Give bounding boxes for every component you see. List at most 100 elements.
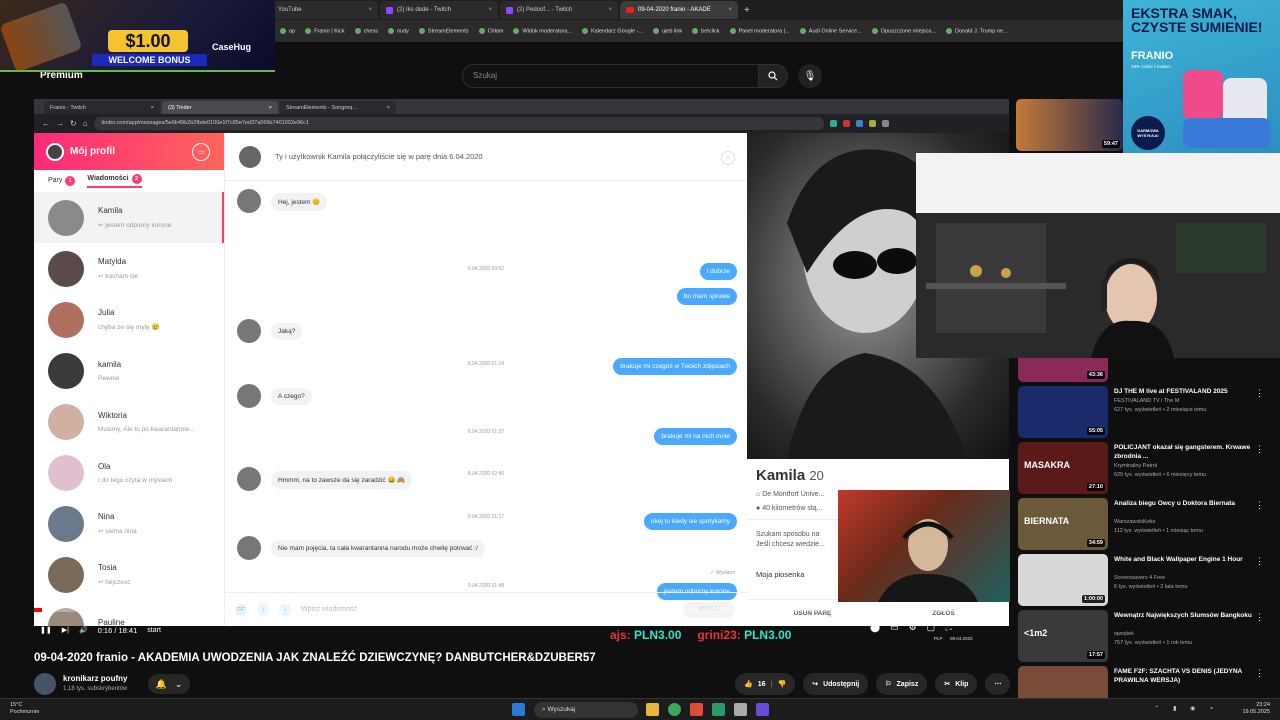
extension-icon[interactable]	[842, 120, 850, 127]
video-title[interactable]: White and Black Wallpaper Engine 1 Hour	[1114, 555, 1256, 564]
file-explorer-icon[interactable]	[646, 703, 659, 716]
more-icon[interactable]: ⋮	[1255, 388, 1264, 399]
video-thumbnail[interactable]: BIERNATA 34:59	[1018, 498, 1108, 550]
inner-browser-tab[interactable]: (3) Tinder ×	[162, 101, 278, 114]
chapter-label[interactable]: start	[147, 627, 161, 634]
conversation-item[interactable]: kamila Pewnie	[34, 345, 224, 396]
extension-icon[interactable]	[881, 120, 889, 127]
more-icon[interactable]: ⋮	[1255, 668, 1264, 679]
video-channel[interactable]: Screensavers 4 Free	[1114, 575, 1256, 581]
casehug-ad-overlay[interactable]: $1.00 WELCOME BONUS CaseHug	[0, 0, 275, 72]
app-icon[interactable]	[734, 703, 747, 716]
app-icon[interactable]	[690, 703, 703, 716]
video-channel[interactable]: ojwojtek	[1114, 631, 1256, 637]
recommendation-item[interactable]: BIERNATA 34:59 Analiza biegu Owcy u Doktor…	[1016, 498, 1280, 550]
windows-start-icon[interactable]	[512, 703, 525, 716]
close-icon[interactable]: ×	[387, 105, 390, 111]
share-button[interactable]: ↪ Udostępnij	[803, 673, 869, 695]
video-thumbnail[interactable]: 1:00:00	[1018, 554, 1108, 606]
home-icon[interactable]: ⌂	[83, 119, 88, 128]
taskbar-search[interactable]: ⌕ Wyszukaj	[534, 702, 638, 718]
recommendation-thumbnail[interactable]: 59:47	[1016, 99, 1123, 151]
taskbar-clock[interactable]: 23:24 19.05.2025	[1242, 702, 1270, 716]
settings-icon[interactable]: ⚙	[909, 622, 917, 633]
autoplay-toggle[interactable]: ⬤	[870, 622, 880, 633]
bookmark-item[interactable]: Widok moderatora...	[513, 27, 572, 34]
bookmark-item[interactable]: Audi Online Service...	[799, 27, 862, 34]
inner-browser-tab[interactable]: StreamElements - Songreq... ×	[280, 101, 396, 114]
channel-avatar[interactable]	[34, 673, 56, 695]
more-icon[interactable]: ⋮	[1255, 500, 1264, 511]
video-channel[interactable]: Kryminalny Patrol	[1114, 463, 1256, 469]
conversation-item[interactable]: Ola I do tego czyta w myslach	[34, 447, 224, 498]
video-title[interactable]: Analiza biegu Owcy u Doktora Biernata	[1114, 499, 1256, 508]
discord-icon[interactable]	[756, 703, 769, 716]
bookmark-item[interactable]: betclick	[692, 27, 720, 34]
conversation-item[interactable]: Kamila ↩ jestem odporny korone	[34, 192, 224, 243]
thumbs-down-icon[interactable]: 👎	[777, 680, 786, 688]
recommendation-item[interactable]: FAME F2F: SZACHTA VS DENIS (JEDYNA PRAWI…	[1016, 666, 1280, 698]
close-icon[interactable]: ×	[488, 7, 492, 13]
system-tray[interactable]: ⌃ ▮ ◉ ⚬	[1154, 705, 1220, 712]
extension-icon[interactable]	[855, 120, 863, 127]
franio-ad-overlay[interactable]: EKSTRA SMAK, CZYSTE SUMIENIE! FRANIO 10%…	[1123, 0, 1280, 156]
more-icon[interactable]: ⋮	[1255, 612, 1264, 623]
close-icon[interactable]: ×	[728, 7, 732, 13]
weather-widget[interactable]: 15°C Pochmurnie	[10, 702, 39, 716]
video-progress-bar[interactable]	[34, 608, 1009, 612]
new-tab-icon[interactable]: +	[744, 5, 750, 16]
bookmark-item[interactable]: Opuszczone miejsca...	[871, 27, 936, 34]
browser-tab[interactable]: 09-04-2020 franio - AKADE ×	[620, 1, 738, 19]
more-icon[interactable]: ⋮	[1255, 444, 1264, 455]
extension-icon[interactable]	[829, 120, 837, 127]
save-button[interactable]: ⚐ Zapisz	[876, 673, 928, 695]
video-thumbnail[interactable]: 55:05	[1018, 386, 1108, 438]
video-thumbnail[interactable]: MASAKRA 27:10	[1018, 442, 1108, 494]
subtitles-icon[interactable]: ▭	[890, 622, 899, 633]
tab-matches[interactable]: Pary 1	[48, 176, 76, 186]
bookmark-item[interactable]: op	[280, 27, 295, 34]
back-icon[interactable]: ←	[42, 119, 50, 128]
video-title[interactable]: FAME F2F: SZACHTA VS DENIS (JEDYNA PRAWI…	[1114, 667, 1256, 685]
video-thumbnail[interactable]	[1018, 666, 1108, 698]
browser-tab[interactable]: YouTube ×	[260, 1, 378, 19]
briefcase-icon[interactable]: ▭	[192, 142, 210, 161]
app-icon[interactable]	[712, 703, 725, 716]
volume-icon[interactable]: 🔊	[79, 626, 88, 634]
bookmark-item[interactable]: Kalendarz Google -...	[582, 27, 643, 34]
conversation-item[interactable]: Matylda ↩ kocham cie	[34, 243, 224, 294]
conversation-item[interactable]: Nina ↩ siema nina	[34, 498, 224, 549]
recommendation-item[interactable]: MASAKRA 27:10 POLICJANT okazał się gangste…	[1016, 442, 1280, 494]
like-button[interactable]: 👍 16 | 👎	[735, 673, 796, 695]
conversation-item[interactable]: Julia chyba ze się mylę 😢	[34, 294, 224, 345]
video-channel[interactable]: WarszawskiKoks	[1114, 519, 1256, 525]
video-thumbnail[interactable]: 43:36	[1018, 358, 1108, 382]
bookmark-item[interactable]: ujeb link	[652, 27, 682, 34]
browser-tab[interactable]: (2) Pedoof... - Twitch ×	[500, 1, 618, 19]
voice-search-button[interactable]: 🎙	[798, 64, 822, 88]
fullscreen-icon[interactable]: ⛶	[945, 622, 951, 633]
extension-icon[interactable]	[868, 120, 876, 127]
bookmark-item[interactable]: Franio | Kick	[305, 27, 345, 34]
video-channel[interactable]: FESTIVALAND TV i The M	[1114, 398, 1256, 404]
url-field[interactable]: tinder.com/app/messages/5e6b49b2b2fbde01…	[93, 117, 824, 130]
close-icon[interactable]: ×	[721, 151, 735, 165]
close-icon[interactable]: ×	[151, 105, 154, 111]
conversation-item[interactable]: Wiktoria Musimy, Ale to po kwarantannie..…	[34, 396, 224, 447]
close-icon[interactable]: ×	[368, 7, 372, 13]
recommendation-item[interactable]: <1m2 17:57 Wewnątrz Największych Slumsów B…	[1016, 610, 1280, 662]
close-icon[interactable]: ×	[608, 7, 612, 13]
video-thumbnail[interactable]: <1m2 17:57	[1018, 610, 1108, 662]
video-title[interactable]: Wewnątrz Największych Slumsów Bangkoku	[1114, 611, 1256, 620]
tab-messages[interactable]: Wiadomości 2	[87, 174, 142, 188]
recommendation-item[interactable]: 43:361,8 tys. wyświetleń • 2 lata temu⋮	[1016, 358, 1280, 382]
forward-icon[interactable]: →	[56, 119, 64, 128]
bookmark-item[interactable]: Donald J. Trump ne...	[946, 27, 1008, 34]
subscribe-bell-button[interactable]: 🔔 ⌄	[148, 674, 190, 694]
more-icon[interactable]: ⋮	[1255, 556, 1264, 567]
next-icon[interactable]: ▶|	[62, 626, 69, 634]
recommendation-item[interactable]: 55:05 DJ THE M live at FESTIVALAND 2025 FE…	[1016, 386, 1280, 438]
clip-button[interactable]: ✂ Klip	[935, 673, 978, 695]
bookmark-item[interactable]: Chłam	[478, 27, 503, 34]
my-profile-header[interactable]: Mój profil ▭	[34, 133, 224, 170]
